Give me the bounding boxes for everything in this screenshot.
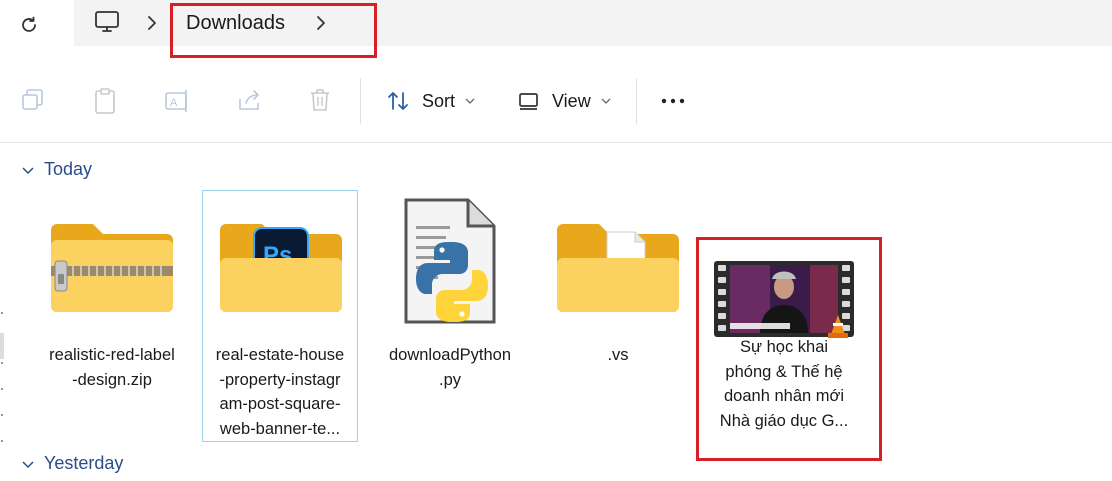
address-bar: Downloads	[0, 0, 1112, 60]
file-tile[interactable]: downloadPython .py	[372, 191, 528, 441]
group-label-yesterday: Yesterday	[44, 453, 124, 473]
file-name: .vs	[607, 346, 629, 364]
group-header-yesterday[interactable]: Yesterday	[22, 453, 123, 474]
refresh-button[interactable]	[14, 10, 44, 40]
chevron-down-icon	[22, 460, 34, 468]
view-label: View	[552, 90, 591, 111]
highlight-box-video	[696, 237, 882, 461]
rename-icon: A	[165, 90, 187, 112]
chevron-down-icon	[22, 166, 34, 174]
file-tile[interactable]: realistic-red-label -design.zip	[34, 191, 190, 441]
nav-pane-scrollbar[interactable]	[0, 303, 6, 473]
folder-icon	[557, 224, 679, 312]
clipboard-icon	[95, 88, 115, 114]
sort-icon	[388, 92, 408, 110]
file-name: downloadPython .py	[388, 346, 511, 389]
file-name: realistic-red-label -design.zip	[49, 346, 175, 389]
trash-icon	[311, 89, 329, 111]
chevron-right-icon[interactable]	[146, 15, 158, 31]
group-label-today: Today	[44, 159, 93, 179]
highlight-box-breadcrumb	[170, 3, 377, 58]
refresh-icon	[22, 16, 36, 32]
paste-button[interactable]	[92, 87, 118, 115]
copy-button[interactable]	[20, 87, 46, 113]
svg-text:A: A	[170, 97, 178, 109]
group-header-today[interactable]: Today	[22, 159, 92, 180]
rename-button[interactable]: A	[164, 87, 192, 115]
more-options-button[interactable]	[660, 90, 686, 112]
delete-button[interactable]	[308, 87, 332, 113]
photoshop-folder-icon: Ps	[220, 224, 342, 312]
zip-folder-icon	[51, 224, 173, 312]
chevron-down-icon	[601, 98, 611, 104]
share-button[interactable]	[236, 87, 264, 113]
file-name: real-estate-house -property-instagr am-p…	[215, 346, 345, 438]
thumbnail	[34, 191, 190, 331]
view-button[interactable]: View	[518, 86, 611, 116]
file-tile[interactable]: .vs	[540, 191, 696, 441]
command-bar: A Sort View	[0, 60, 1112, 143]
this-pc-icon[interactable]	[94, 10, 120, 34]
toolbar-separator	[360, 78, 361, 124]
thumbnail	[540, 191, 696, 331]
more-icon	[661, 98, 685, 104]
chevron-down-icon	[465, 98, 475, 104]
thumbnail	[372, 191, 528, 331]
file-tile-selected[interactable]: Ps real-estate-house -property-instagr a…	[202, 190, 358, 442]
python-file-icon	[404, 198, 496, 324]
copy-icon	[22, 89, 43, 110]
file-list: Today realistic-red-label -design.zip Ps…	[0, 143, 1112, 481]
share-icon	[239, 90, 259, 110]
sort-button[interactable]: Sort	[386, 86, 475, 116]
sort-label: Sort	[422, 90, 456, 111]
thumbnail: Ps	[203, 191, 359, 331]
view-icon	[519, 93, 538, 110]
toolbar-separator	[636, 78, 637, 124]
